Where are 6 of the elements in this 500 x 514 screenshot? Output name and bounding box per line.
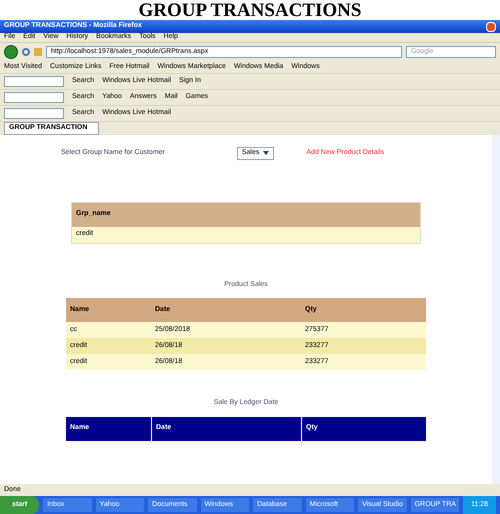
page-heading: GROUP TRANSACTIONS <box>138 1 362 20</box>
caret-icon <box>263 151 270 156</box>
toolbar-search-field[interactable] <box>4 76 64 87</box>
toolbar-search-field[interactable] <box>4 108 64 119</box>
close-icon[interactable] <box>486 22 496 32</box>
toolbar-search-field[interactable] <box>4 92 64 103</box>
